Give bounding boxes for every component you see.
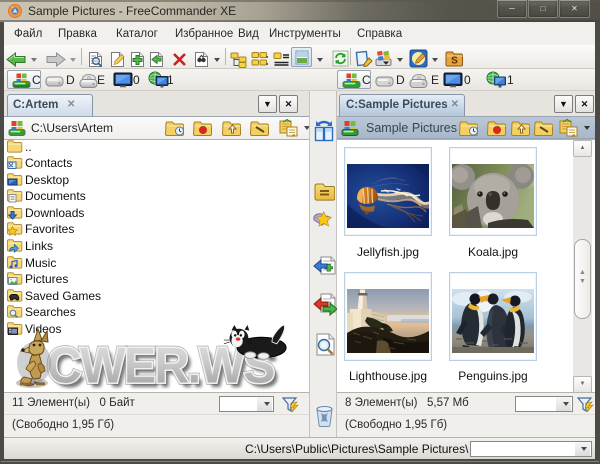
svg-text:S: S [451, 56, 458, 67]
